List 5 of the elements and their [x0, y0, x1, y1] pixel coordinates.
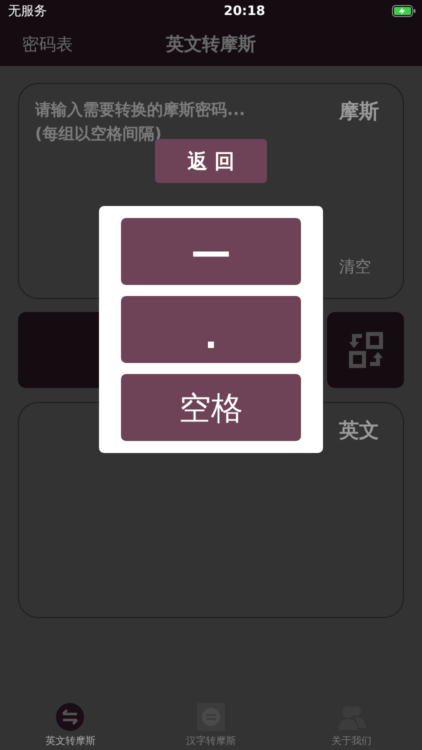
- page-title: 英文转摩斯: [164, 33, 257, 56]
- english-label: 英文: [339, 417, 379, 444]
- carrier-text: 无服务: [8, 3, 47, 20]
- clock-text: 20:18: [224, 4, 266, 18]
- morse-label: 摩斯: [339, 98, 379, 125]
